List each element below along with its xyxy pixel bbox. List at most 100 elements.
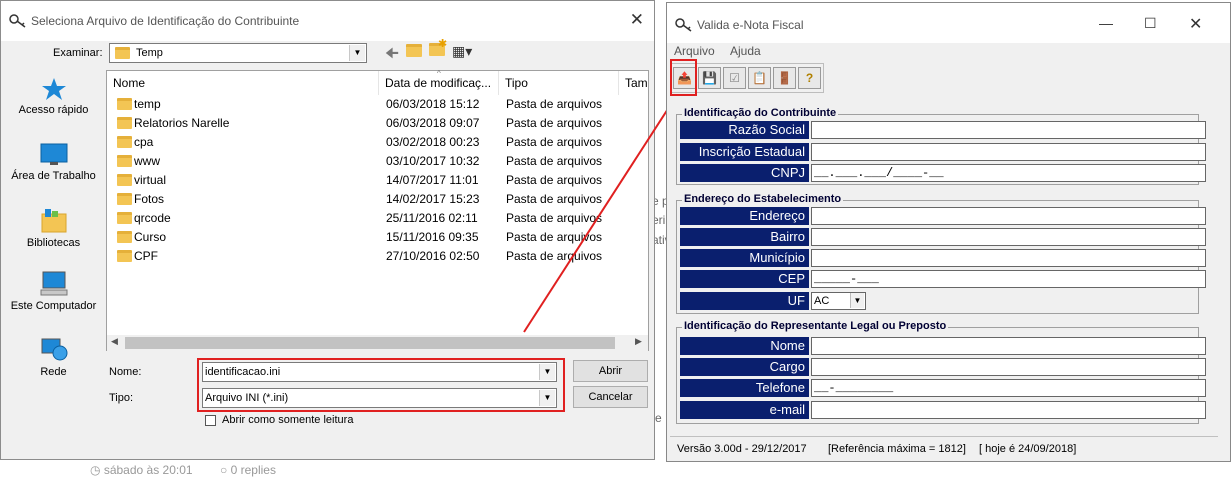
group-title: Identificação do Representante Legal ou … <box>682 320 949 332</box>
folder-icon <box>117 231 132 243</box>
cargo-input[interactable] <box>811 358 1206 376</box>
background-timestamp: ◷ sábado às 20:01 <box>90 463 193 477</box>
field-label: Bairro <box>680 228 809 246</box>
municipio-input[interactable] <box>811 249 1206 267</box>
save-icon[interactable]: 💾 <box>698 67 721 89</box>
background-text: e <box>655 411 662 425</box>
enota-window: Valida e-Nota Fiscal — ☐ ✕ Arquivo Ajuda… <box>666 2 1231 462</box>
menu-ajuda[interactable]: Ajuda <box>730 44 761 58</box>
place-label: Acesso rápido <box>18 104 89 116</box>
file-type-label: Tipo: <box>109 392 134 404</box>
place-label: Este Computador <box>10 300 97 312</box>
field-label: CEP <box>680 270 809 288</box>
field-label: CNPJ <box>680 164 809 182</box>
libraries-icon <box>41 209 66 233</box>
help-icon[interactable]: ? <box>798 67 821 89</box>
look-in-value: Temp <box>136 47 163 59</box>
field-label: Cargo <box>680 358 809 376</box>
bairro-input[interactable] <box>811 228 1206 246</box>
group-title: Identificação do Contribuinte <box>682 107 839 119</box>
horizontal-scrollbar[interactable]: ◀ ▶ <box>107 335 648 351</box>
group-endereco: Endereço do Estabelecimento Endereço Bai… <box>676 193 1206 314</box>
sort-arrow-icon: ^ <box>437 69 441 78</box>
cep-input[interactable]: _____-___ <box>811 270 1206 288</box>
look-in-label: Examinar: <box>53 47 103 59</box>
open-button[interactable]: Abrir <box>573 360 648 382</box>
folder-icon <box>117 212 132 224</box>
enota-titlebar: Valida e-Nota Fiscal — ☐ ✕ <box>667 3 1230 43</box>
scroll-left-icon[interactable]: ◀ <box>111 336 118 347</box>
group-contribuinte: Identificação do Contribuinte Razão Soci… <box>676 107 1206 185</box>
email-input[interactable] <box>811 401 1206 419</box>
folder-icon <box>117 98 132 110</box>
field-label: Razão Social <box>680 121 809 139</box>
minimize-icon[interactable]: — <box>1099 15 1113 31</box>
field-label: Município <box>680 249 809 267</box>
place-this-pc[interactable]: Este Computador <box>7 271 100 312</box>
up-folder-icon[interactable] <box>406 44 422 57</box>
nome-input[interactable] <box>811 337 1206 355</box>
place-quick-access[interactable]: Acesso rápido <box>7 77 100 116</box>
dialog-titlebar: Seleciona Arquivo de Identificação do Co… <box>1 1 654 41</box>
enota-title: Valida e-Nota Fiscal <box>697 18 804 32</box>
status-version: Versão 3.00d - 29/12/2017 <box>677 443 807 455</box>
star-icon <box>41 78 66 100</box>
places-bar: Acesso rápido Área de Trabalho Bibliotec… <box>7 71 100 378</box>
maximize-icon[interactable]: ☐ <box>1144 15 1157 32</box>
place-label: Bibliotecas <box>26 237 81 249</box>
folder-icon <box>117 174 132 186</box>
highlight-box <box>670 59 697 96</box>
cnpj-input[interactable]: __.___.___/____-__ <box>811 164 1206 182</box>
network-icon <box>41 338 67 361</box>
look-in-combo[interactable]: Temp ▼ <box>109 43 367 63</box>
place-label: Rede <box>40 366 67 378</box>
view-menu-icon[interactable]: ▦▾ <box>452 43 472 60</box>
key-app-icon <box>9 14 26 28</box>
field-label: e-mail <box>680 401 809 419</box>
place-desktop[interactable]: Área de Trabalho <box>7 143 100 182</box>
place-label: Área de Trabalho <box>11 170 96 182</box>
dialog-title: Seleciona Arquivo de Identificação do Co… <box>31 14 300 28</box>
field-label: Inscrição Estadual <box>680 143 809 161</box>
column-header-name[interactable]: Nome <box>107 71 379 95</box>
field-label: Telefone <box>680 379 809 397</box>
field-label: Nome <box>680 337 809 355</box>
close-icon[interactable]: ✕ <box>630 10 644 30</box>
group-title: Endereço do Estabelecimento <box>682 193 844 205</box>
new-folder-icon[interactable]: ✱ <box>429 38 447 56</box>
uf-select[interactable]: AC ▼ <box>811 292 866 310</box>
computer-icon <box>40 271 67 296</box>
chevron-down-icon[interactable]: ▼ <box>850 293 864 308</box>
readonly-checkbox[interactable] <box>205 415 216 426</box>
endereco-input[interactable] <box>811 207 1206 225</box>
menu-arquivo[interactable]: Arquivo <box>674 44 715 58</box>
chevron-down-icon[interactable]: ▼ <box>349 45 365 61</box>
check-icon[interactable]: ☑ <box>723 67 746 89</box>
status-bar: Versão 3.00d - 29/12/2017 [Referência má… <box>670 436 1218 458</box>
inscricao-estadual-input[interactable] <box>811 143 1206 161</box>
export-icon[interactable]: 📋 <box>748 67 771 89</box>
folder-icon <box>117 193 132 205</box>
telefone-input[interactable]: __-________ <box>811 379 1206 397</box>
scroll-right-icon[interactable]: ▶ <box>635 336 642 347</box>
folder-icon <box>117 155 132 167</box>
scrollbar-thumb[interactable] <box>125 337 615 349</box>
folder-icon <box>117 250 132 262</box>
folder-icon <box>117 136 132 148</box>
readonly-label: Abrir como somente leitura <box>222 414 354 426</box>
razao-social-input[interactable] <box>811 121 1206 139</box>
place-libraries[interactable]: Bibliotecas <box>7 208 100 249</box>
annotation-arrow <box>523 83 685 333</box>
file-name-label: Nome: <box>109 366 142 378</box>
folder-icon <box>117 117 132 129</box>
close-icon[interactable]: ✕ <box>1189 14 1202 34</box>
background-replies: ○ 0 replies <box>220 463 276 477</box>
exit-icon[interactable]: 🚪 <box>773 67 796 89</box>
status-reference: [Referência máxima = 1812] <box>828 443 966 455</box>
field-label: UF <box>680 292 809 310</box>
back-icon[interactable]: 🠈 <box>385 43 399 68</box>
group-representante: Identificação do Representante Legal ou … <box>676 320 1206 424</box>
cancel-button[interactable]: Cancelar <box>573 386 648 408</box>
place-network[interactable]: Rede <box>7 337 100 378</box>
key-app-icon <box>675 18 692 32</box>
